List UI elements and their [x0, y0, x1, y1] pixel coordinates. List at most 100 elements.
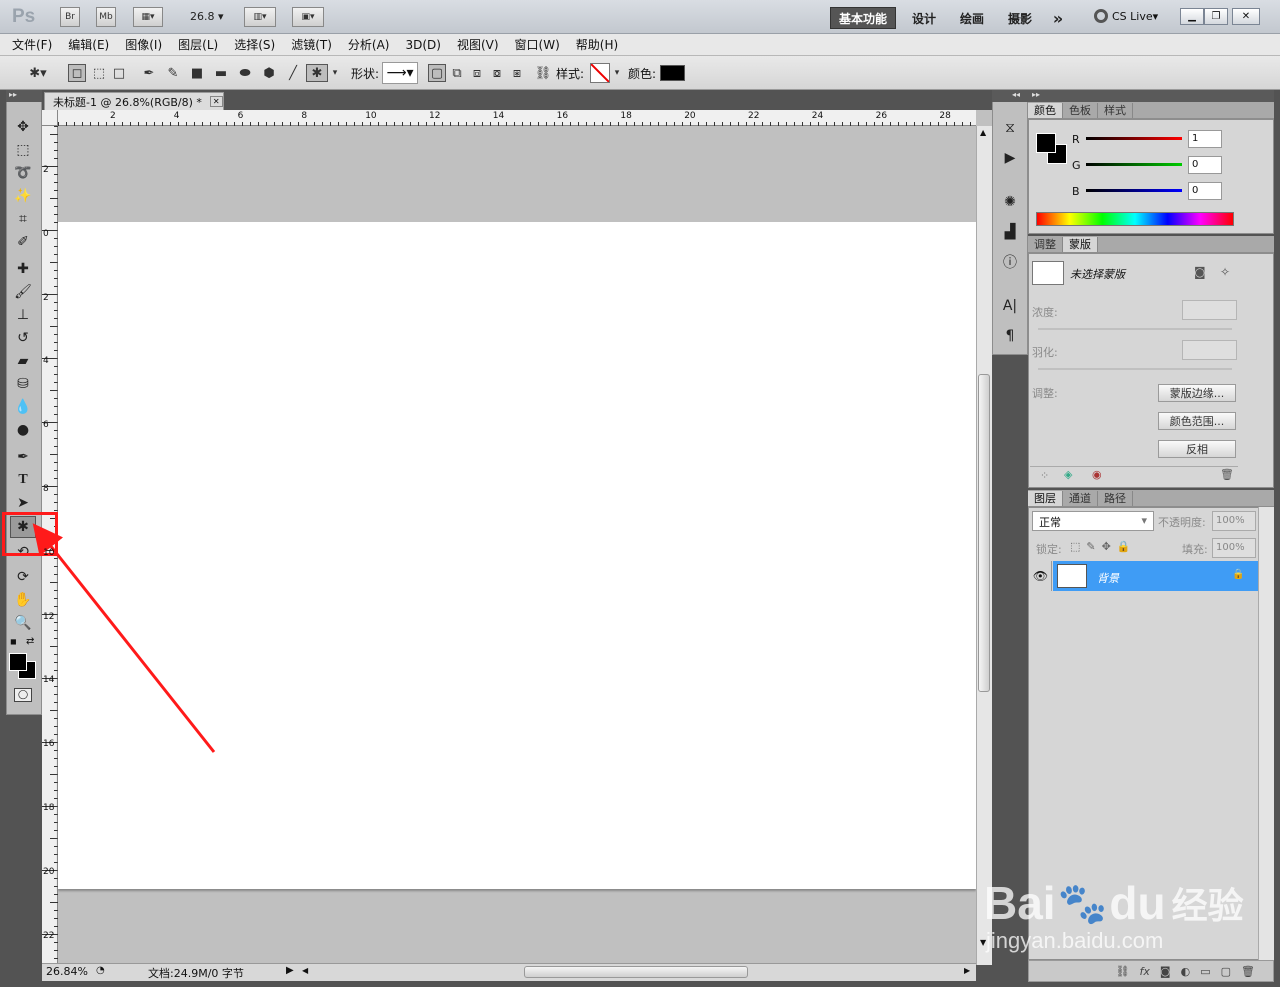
arrange-documents-button[interactable]: ▥▾ — [244, 7, 276, 27]
scroll-right-icon[interactable]: ▶ — [964, 966, 970, 975]
move-tool[interactable]: ✥ — [10, 116, 36, 138]
b-value[interactable]: 0 — [1188, 182, 1222, 200]
link-layer-style[interactable]: ⛓ — [534, 64, 552, 82]
default-colors-button[interactable]: ◼ — [10, 637, 17, 646]
invert-button[interactable]: 反相 — [1158, 440, 1236, 458]
info-panel-button[interactable]: ⓘ — [998, 251, 1022, 273]
mask-edge-button[interactable]: 蒙版边缘... — [1158, 384, 1236, 402]
lock-transparency-icon[interactable]: ⬚ — [1070, 540, 1086, 553]
3d-orbit-tool[interactable]: ⟳ — [10, 566, 36, 588]
style-dropdown[interactable]: ▾ — [612, 64, 622, 82]
new-layer-icon[interactable]: ▢ — [1221, 965, 1231, 978]
color-range-button[interactable]: 颜色范围... — [1158, 412, 1236, 430]
tab-paths[interactable]: 路径 — [1098, 491, 1133, 506]
history-brush-tool[interactable]: ↺ — [10, 327, 36, 349]
opacity-field[interactable]: 100% — [1212, 511, 1256, 531]
screen-mode-button[interactable]: ▣▾ — [292, 7, 324, 27]
workspace-design[interactable]: 设计 — [904, 7, 944, 29]
menu-help[interactable]: 帮助(H) — [576, 36, 618, 53]
horizontal-ruler[interactable] — [58, 110, 976, 126]
tool-preset-picker[interactable]: ✱▾ — [20, 64, 56, 82]
lasso-tool[interactable]: ➰ — [10, 162, 36, 184]
hand-tool[interactable]: ✋ — [10, 589, 36, 611]
actions-panel-button[interactable]: ▶ — [998, 147, 1022, 169]
new-group-icon[interactable]: ▭ — [1200, 965, 1210, 978]
tab-channels[interactable]: 通道 — [1063, 491, 1098, 506]
menu-view[interactable]: 视图(V) — [457, 36, 499, 53]
fx-icon[interactable]: fx — [1140, 965, 1150, 978]
close-button[interactable]: ✕ — [1232, 8, 1260, 25]
create-new-shape-layer[interactable]: ▢ — [428, 64, 446, 82]
type-tool[interactable]: T — [10, 469, 36, 491]
paths-mode[interactable]: ⬚ — [90, 64, 108, 82]
workspace-photography[interactable]: 摄影 — [1000, 7, 1040, 29]
lock-options[interactable]: ⬚✎✥🔒 — [1070, 540, 1137, 553]
horizontal-scroll-thumb[interactable] — [524, 966, 748, 978]
scroll-left-icon[interactable]: ◀ — [302, 966, 308, 975]
navigator-panel-button[interactable]: ✺ — [998, 191, 1022, 213]
path-selection-tool[interactable]: ➤ — [10, 492, 36, 514]
geometry-options-dropdown[interactable]: ▾ — [330, 64, 340, 82]
right-dock-header[interactable]: ▸▸ — [1028, 90, 1274, 102]
polygon-option[interactable]: ⬢ — [260, 64, 278, 82]
pen-tool-option[interactable]: ✒ — [140, 64, 158, 82]
canvas[interactable] — [58, 222, 976, 889]
menu-filter[interactable]: 滤镜(T) — [291, 36, 332, 53]
panel-fg-color[interactable] — [1036, 133, 1056, 153]
foreground-color-swatch[interactable] — [9, 653, 27, 671]
cs-live-button[interactable]: CS Live ▾ — [1094, 9, 1158, 23]
tab-color[interactable]: 颜色 — [1028, 103, 1063, 118]
brush-tool[interactable]: 🖌 — [10, 281, 36, 303]
link-layers-icon[interactable]: ⛓ — [1116, 965, 1130, 978]
menu-image[interactable]: 图像(I) — [125, 36, 162, 53]
shape-picker[interactable]: ⟶▾ — [382, 62, 418, 84]
lock-all-icon[interactable]: 🔒 — [1117, 540, 1137, 553]
close-tab-icon[interactable]: ✕ — [209, 96, 223, 107]
fill-pixels-mode[interactable]: □ — [110, 64, 128, 82]
tab-layers[interactable]: 图层 — [1028, 491, 1063, 506]
freeform-pen-option[interactable]: ✎ — [164, 64, 182, 82]
quick-mask-button[interactable]: ◯ — [14, 688, 32, 702]
shape-layers-mode[interactable]: ◻ — [68, 64, 86, 82]
more-workspaces-button[interactable]: » — [1046, 7, 1070, 29]
custom-shape-option[interactable]: ✱ — [306, 64, 328, 82]
density-slider[interactable] — [1038, 328, 1232, 330]
dodge-tool[interactable]: ● — [10, 419, 36, 441]
trash-icon[interactable]: 🗑 — [1220, 468, 1234, 481]
r-value[interactable]: 1 — [1188, 130, 1222, 148]
document-tab[interactable]: 未标题-1 @ 26.8%(RGB/8) * ✕ — [44, 92, 224, 110]
line-option[interactable]: ╱ — [284, 64, 302, 82]
delete-layer-icon[interactable]: 🗑 — [1241, 965, 1255, 978]
rectangle-option[interactable]: ■ — [188, 64, 206, 82]
history-panel-button[interactable]: ⧖ — [998, 117, 1022, 139]
menu-layer[interactable]: 图层(L) — [178, 36, 218, 53]
ruler-origin[interactable] — [42, 110, 58, 126]
tab-masks[interactable]: 蒙版 — [1063, 237, 1098, 252]
g-slider[interactable] — [1086, 163, 1182, 166]
feather-field[interactable] — [1182, 340, 1237, 360]
vertical-scroll-thumb[interactable] — [978, 374, 990, 692]
workspace-painting[interactable]: 绘画 — [952, 7, 992, 29]
menu-analysis[interactable]: 分析(A) — [348, 36, 390, 53]
ellipse-option[interactable]: ⬬ — [236, 64, 254, 82]
g-value[interactable]: 0 — [1188, 156, 1222, 174]
tab-swatches[interactable]: 色板 — [1063, 103, 1098, 118]
scroll-up-icon[interactable]: ▲ — [980, 128, 986, 137]
blend-mode-select[interactable]: 正常 ▾ — [1032, 511, 1154, 531]
menu-edit[interactable]: 编辑(E) — [68, 36, 109, 53]
status-zoom[interactable]: 26.84% — [46, 965, 88, 978]
subtract-shape-area[interactable]: ⧈ — [468, 64, 486, 82]
minibridge-button[interactable]: Mb — [96, 7, 116, 27]
bridge-button[interactable]: Br — [60, 7, 80, 27]
eyedropper-tool[interactable]: ✐ — [10, 231, 36, 253]
marquee-tool[interactable]: ⬚ — [10, 139, 36, 161]
color-swatch[interactable] — [660, 65, 685, 81]
tab-styles[interactable]: 样式 — [1098, 103, 1133, 118]
r-slider[interactable] — [1086, 137, 1182, 140]
histogram-panel-button[interactable]: ▟ — [998, 221, 1022, 243]
minimize-button[interactable]: ▁ — [1180, 8, 1204, 25]
b-slider[interactable] — [1086, 189, 1182, 192]
zoom-tool[interactable]: 🔍 — [10, 612, 36, 634]
menu-window[interactable]: 窗口(W) — [515, 36, 560, 53]
eraser-tool[interactable]: ▰ — [10, 350, 36, 372]
